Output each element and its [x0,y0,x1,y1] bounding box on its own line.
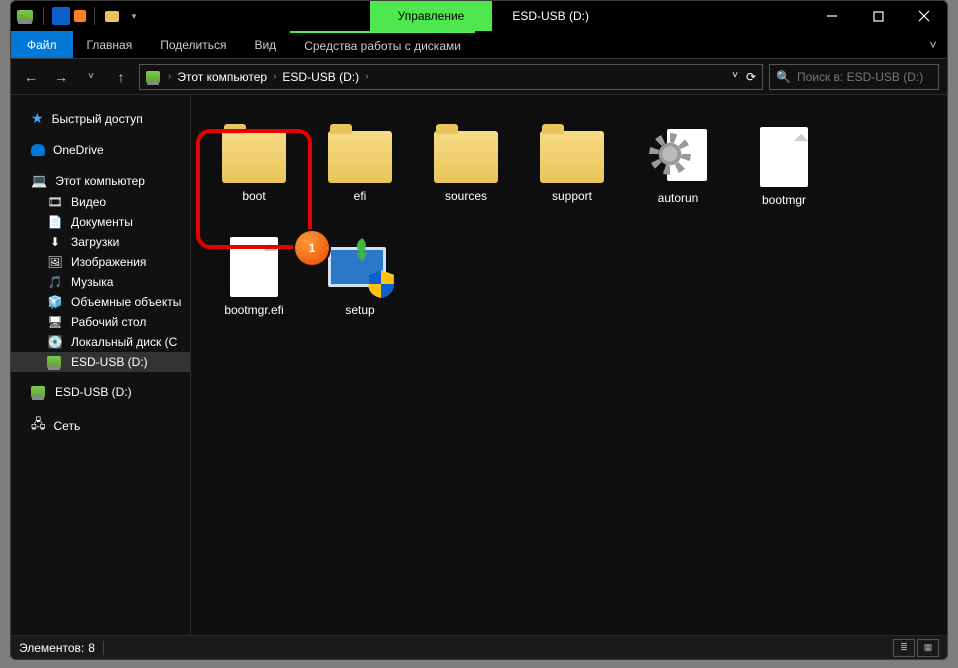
navigation-bar: ← → ˅ ↑ › Этот компьютер › ESD-USB (D:) … [11,59,947,95]
file-item-autorun[interactable]: autorun [625,115,731,225]
navigation-pane: ★ Быстрый доступ OneDrive 💻 Этот компьют… [11,95,191,635]
sidebar-item-label: Объемные объекты [71,295,181,309]
chevron-right-icon: › [273,71,276,82]
file-item-label: sources [445,189,487,203]
explorer-window: ▾ Управление ESD-USB (D:) Файл Главная П… [10,0,948,660]
sidebar-item-icon: 🧊 [47,295,63,309]
sidebar-item[interactable]: 📄 Документы [11,212,190,232]
nav-up-button[interactable]: ↑ [109,65,133,89]
quick-access-toolbar: ▾ [11,7,143,25]
file-item-label: autorun [658,191,699,205]
sidebar-network[interactable]: 🖧 Сеть [11,412,190,440]
minimize-button[interactable] [809,1,855,31]
sidebar-item-label: Музыка [71,275,113,289]
status-count: 8 [88,641,95,655]
sidebar-item-icon: 🎵 [47,275,63,289]
breadcrumb-current[interactable]: ESD-USB (D:) [282,70,359,84]
network-icon: 🖧 [31,415,46,437]
sidebar-esd-usb-root[interactable]: ESD-USB (D:) [11,382,190,402]
drive-icon [31,385,47,399]
sidebar-item-label: Загрузки [71,235,119,249]
ribbon-tab-drive-tools[interactable]: Средства работы с дисками [290,31,475,58]
sidebar-item-icon: 🎞 [47,195,63,209]
sidebar-item[interactable]: 💽 Локальный диск (C [11,332,190,352]
file-list[interactable]: boot efi sources support autorun bootmgr bootm… [191,95,947,635]
file-item-label: efi [354,189,367,203]
sidebar-item-label: Рабочий стол [71,315,146,329]
ribbon-expand-button[interactable]: ˅ [919,31,947,58]
sidebar-item[interactable]: 🎵 Музыка [11,272,190,292]
file-item-boot[interactable]: boot [201,115,307,225]
sidebar-item-label: Локальный диск (C [71,335,177,349]
sidebar-item-icon: 🖥 [47,315,63,329]
refresh-button[interactable]: ⟳ [746,70,756,84]
file-item-label: support [552,189,592,203]
sidebar-item-label: Видео [71,195,106,209]
sidebar-item-icon: 🖼 [47,255,63,269]
file-item-bootmgr.efi[interactable]: bootmgr.efi [201,225,307,335]
chevron-right-icon: › [168,71,171,82]
sidebar-item-icon: ⬇ [47,235,63,249]
status-bar: Элементов: 8 ≣ ▦ [11,635,947,659]
qat-dropdown-icon[interactable]: ▾ [125,7,143,25]
sidebar-item-label: Изображения [71,255,146,269]
explorer-body: ★ Быстрый доступ OneDrive 💻 Этот компьют… [11,95,947,635]
sidebar-item[interactable]: 🧊 Объемные объекты [11,292,190,312]
nav-forward-button[interactable]: → [49,65,73,89]
status-count-label: Элементов: [19,641,84,655]
nav-back-button[interactable]: ← [19,65,43,89]
qat-pin-icon[interactable] [52,7,70,25]
nav-recent-button[interactable]: ˅ [79,65,103,89]
sidebar-item-icon: 📄 [47,215,63,229]
file-item-label: bootmgr.efi [224,303,283,317]
address-dropdown-icon[interactable]: ˅ [732,70,738,84]
ribbon-tab-home[interactable]: Главная [73,31,147,58]
window-controls [809,1,947,31]
file-item-setup[interactable]: setup [307,225,413,335]
star-icon: ★ [31,110,44,127]
ribbon-tab-view[interactable]: Вид [240,31,290,58]
address-drive-icon [146,70,162,84]
file-item-bootmgr[interactable]: bootmgr [731,115,837,225]
sidebar-item[interactable]: 🖥 Рабочий стол [11,312,190,332]
qat-folder-icon[interactable] [103,7,121,25]
window-title: ESD-USB (D:) [492,9,609,23]
sidebar-item[interactable]: 🎞 Видео [11,192,190,212]
file-item-support[interactable]: support [519,115,625,225]
close-button[interactable] [901,1,947,31]
app-icon [17,7,35,25]
ribbon-file-tab[interactable]: Файл [11,31,73,58]
qat-select-icon[interactable] [74,10,86,22]
maximize-button[interactable] [855,1,901,31]
file-item-label: bootmgr [762,193,806,207]
cloud-icon [31,144,45,156]
file-item-sources[interactable]: sources [413,115,519,225]
file-item-label: setup [345,303,374,317]
sidebar-item-icon: 💽 [47,335,63,349]
file-item-efi[interactable]: efi [307,115,413,225]
pc-icon: 💻 [31,173,47,189]
view-icons-button[interactable]: ▦ [917,639,939,657]
search-icon: 🔍 [776,70,791,84]
ribbon: Файл Главная Поделиться Вид Средства раб… [11,31,947,59]
search-placeholder: Поиск в: ESD-USB (D:) [797,70,923,84]
contextual-tab-label: Управление [370,1,493,31]
sidebar-quick-access[interactable]: ★ Быстрый доступ [11,107,190,130]
sidebar-onedrive[interactable]: OneDrive [11,140,190,160]
address-bar[interactable]: › Этот компьютер › ESD-USB (D:) › ˅ ⟳ [139,64,763,90]
ribbon-tab-share[interactable]: Поделиться [146,31,240,58]
contextual-tab-group: Управление [370,1,493,31]
file-item-label: boot [242,189,265,203]
sidebar-item[interactable]: 🖼 Изображения [11,252,190,272]
chevron-right-icon: › [365,71,368,82]
sidebar-item[interactable]: ⬇ Загрузки [11,232,190,252]
search-input[interactable]: 🔍 Поиск в: ESD-USB (D:) [769,64,939,90]
view-details-button[interactable]: ≣ [893,639,915,657]
sidebar-esd-usb[interactable]: ESD-USB (D:) [11,352,190,372]
drive-icon [47,355,63,369]
sidebar-this-pc[interactable]: 💻 Этот компьютер [11,170,190,192]
titlebar: ▾ Управление ESD-USB (D:) [11,1,947,31]
breadcrumb-this-pc[interactable]: Этот компьютер [177,70,267,84]
sidebar-item-label: Документы [71,215,133,229]
